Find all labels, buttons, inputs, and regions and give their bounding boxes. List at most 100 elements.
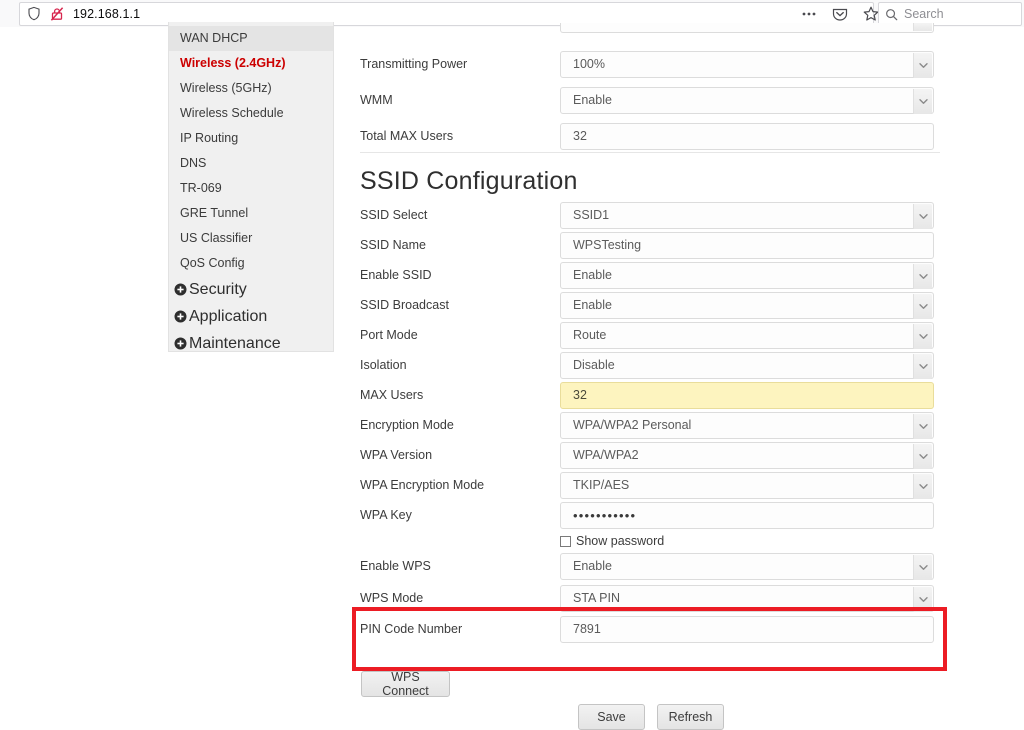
select-value: WPA/WPA2 Personal	[573, 418, 692, 432]
sidebar-item-tr-069[interactable]: TR-069	[169, 176, 333, 201]
form-row-wpa-key: WPA Key •••••••••••	[360, 500, 960, 530]
chevron-down-icon[interactable]	[913, 52, 932, 78]
sidebar-item-gre-tunnel[interactable]: GRE Tunnel	[169, 201, 333, 226]
select-transmitting-power[interactable]: 100%	[560, 50, 934, 78]
chevron-down-icon	[913, 23, 932, 31]
form-row-wmm: WMM Enable	[360, 85, 960, 115]
chevron-down-icon[interactable]	[913, 443, 932, 469]
input-ssid-name[interactable]: WPSTesting	[560, 231, 934, 259]
pocket-icon[interactable]	[831, 5, 849, 23]
url-text: 192.168.1.1	[73, 7, 141, 21]
sidebar-group-label: Application	[189, 308, 268, 325]
clipped-select-above[interactable]	[560, 23, 934, 33]
input-pin-code-number[interactable]: 7891	[560, 615, 934, 643]
field-label-wps-mode: WPS Mode	[360, 591, 424, 605]
chevron-down-icon[interactable]	[913, 293, 932, 319]
wps-connect-button[interactable]: WPS Connect	[361, 670, 450, 698]
form-row-wpa-encryption-mode: WPA Encryption Mode TKIP/AES	[360, 470, 960, 500]
select-isolation[interactable]: Disable	[560, 351, 934, 379]
section-title: SSID Configuration	[360, 167, 578, 195]
input-max-users[interactable]: 32	[560, 381, 934, 409]
show-password-row[interactable]: Show password	[560, 534, 664, 548]
form-row-isolation: Isolation Disable	[360, 350, 960, 380]
chevron-down-icon[interactable]	[913, 88, 932, 114]
select-value: SSID1	[573, 208, 610, 222]
select-ssid-broadcast[interactable]: Enable	[560, 291, 934, 319]
plus-expand-icon[interactable]	[174, 337, 187, 350]
field-label-transmitting-power: Transmitting Power	[360, 57, 468, 71]
select-value: Enable	[573, 559, 612, 573]
crossed-out-lock-icon[interactable]	[49, 6, 65, 22]
select-value: Enable	[573, 298, 612, 312]
chevron-down-icon[interactable]	[913, 203, 932, 229]
save-button[interactable]: Save	[578, 704, 645, 730]
form-row-transmitting-power: Transmitting Power 100%	[360, 49, 960, 79]
select-wpa-encryption-mode[interactable]: TKIP/AES	[560, 471, 934, 499]
sidebar-item-wireless-5ghz[interactable]: Wireless (5GHz)	[169, 76, 333, 101]
chevron-down-icon[interactable]	[913, 323, 932, 349]
field-label-ssid-name: SSID Name	[360, 238, 426, 252]
field-label-ssid-select: SSID Select	[360, 208, 428, 222]
form-row-wpa-version: WPA Version WPA/WPA2	[360, 440, 960, 470]
sidebar-item-wireless-2-4ghz[interactable]: Wireless (2.4GHz)	[169, 51, 333, 76]
search-placeholder: Search	[904, 7, 944, 21]
plus-expand-icon[interactable]	[174, 310, 187, 323]
select-enable-ssid[interactable]: Enable	[560, 261, 934, 289]
sidebar-item-ip-routing[interactable]: IP Routing	[169, 126, 333, 151]
field-label-ssid-broadcast: SSID Broadcast	[360, 298, 449, 312]
select-port-mode[interactable]: Route	[560, 321, 934, 349]
more-options-icon[interactable]	[800, 5, 818, 23]
sidebar-item-wan-dhcp[interactable]: WAN DHCP	[169, 26, 333, 51]
select-encryption-mode[interactable]: WPA/WPA2 Personal	[560, 411, 934, 439]
field-label-wpa-version: WPA Version	[360, 448, 433, 462]
chevron-down-icon[interactable]	[913, 586, 932, 612]
field-label-max-users: MAX Users	[360, 388, 424, 402]
field-label-isolation: Isolation	[360, 358, 407, 372]
select-ssid-select[interactable]: SSID1	[560, 201, 934, 229]
sidebar-group-maintenance[interactable]: Maintenance	[169, 330, 333, 357]
form-row-ssid-name: SSID Name WPSTesting	[360, 230, 960, 260]
input-wpa-key[interactable]: •••••••••••	[560, 501, 934, 529]
chevron-down-icon[interactable]	[913, 554, 932, 580]
sidebar-group-security[interactable]: Security	[169, 276, 333, 303]
field-label-port-mode: Port Mode	[360, 328, 418, 342]
field-label-wmm: WMM	[360, 93, 393, 107]
chevron-down-icon[interactable]	[913, 413, 932, 439]
form-row-pin-code-number: PIN Code Number 7891	[360, 614, 960, 644]
form-row-ssid-broadcast: SSID Broadcast Enable	[360, 290, 960, 320]
select-value: Disable	[573, 358, 615, 372]
show-password-label: Show password	[576, 534, 665, 548]
select-value: 100%	[573, 57, 605, 71]
sidebar-group-label: Maintenance	[189, 335, 281, 352]
select-wpa-version[interactable]: WPA/WPA2	[560, 441, 934, 469]
chevron-down-icon[interactable]	[913, 263, 932, 289]
sidebar-group-application[interactable]: Application	[169, 303, 333, 330]
select-value: WPA/WPA2	[573, 448, 639, 462]
form-row-ssid-select: SSID Select SSID1	[360, 200, 960, 230]
field-label-total-max-users: Total MAX Users	[360, 129, 454, 143]
form-row-enable-wps: Enable WPS Enable	[360, 551, 960, 581]
form-actions: Save Refresh	[578, 704, 724, 730]
input-total-max-users[interactable]: 32	[560, 122, 934, 150]
select-wmm[interactable]: Enable	[560, 86, 934, 114]
sidebar-item-qos-config[interactable]: QoS Config	[169, 251, 333, 276]
form-row-wps-mode: WPS Mode STA PIN	[360, 583, 960, 613]
select-enable-wps[interactable]: Enable	[560, 552, 934, 580]
plus-expand-icon[interactable]	[174, 283, 187, 296]
select-value: Enable	[573, 268, 612, 282]
form-row-encryption-mode: Encryption Mode WPA/WPA2 Personal	[360, 410, 960, 440]
select-value: STA PIN	[573, 591, 621, 605]
sidebar-item-wireless-schedule[interactable]: Wireless Schedule	[169, 101, 333, 126]
show-password-checkbox[interactable]	[560, 535, 571, 547]
sidebar-item-dns[interactable]: DNS	[169, 151, 333, 176]
sidebar-item-us-classifier[interactable]: US Classifier	[169, 226, 333, 251]
shield-icon[interactable]	[26, 6, 42, 22]
chevron-down-icon[interactable]	[913, 353, 932, 379]
refresh-button[interactable]: Refresh	[657, 704, 724, 730]
form-row-total-max-users: Total MAX Users 32	[360, 121, 960, 151]
form-row-port-mode: Port Mode Route	[360, 320, 960, 350]
select-wps-mode[interactable]: STA PIN	[560, 584, 934, 612]
form-row-max-users: MAX Users 32	[360, 380, 960, 410]
chevron-down-icon[interactable]	[913, 473, 932, 499]
form-row-enable-ssid: Enable SSID Enable	[360, 260, 960, 290]
